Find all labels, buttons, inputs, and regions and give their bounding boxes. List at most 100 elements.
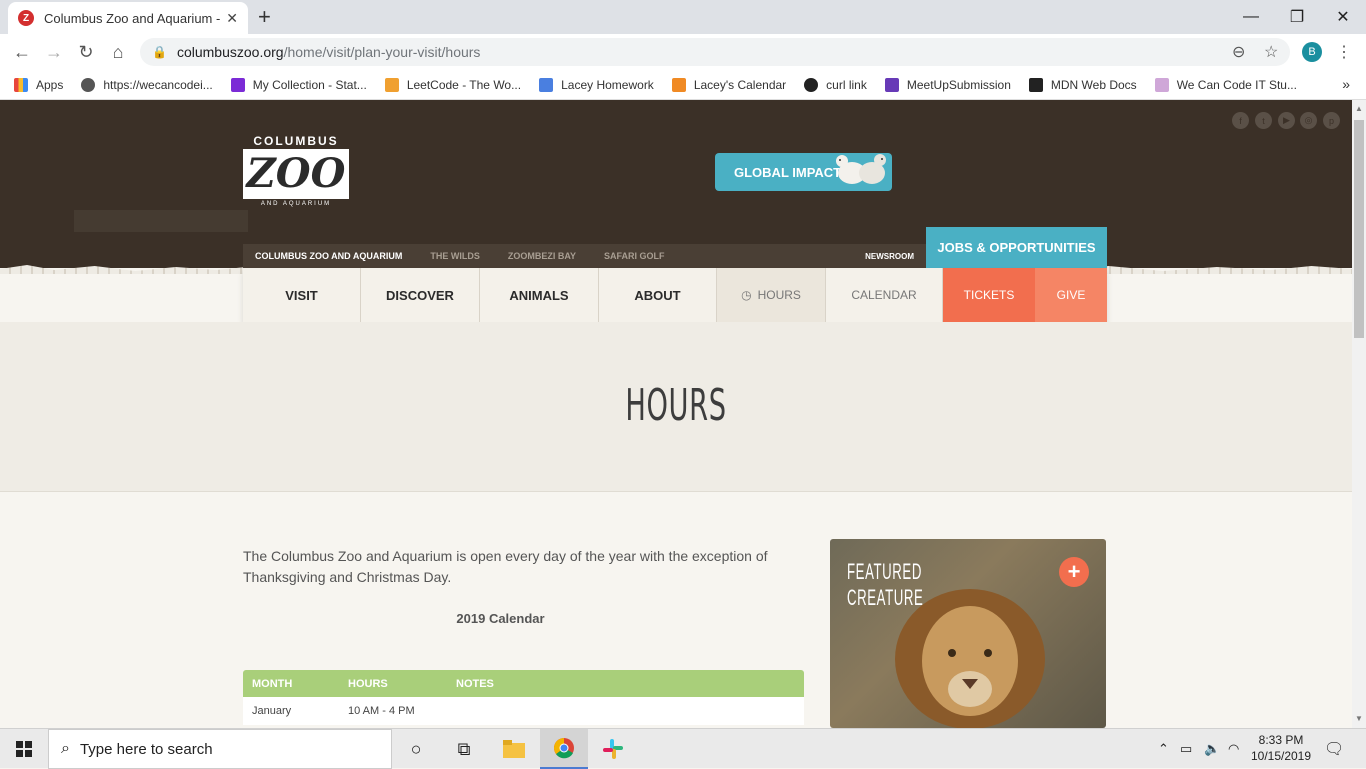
task-view-icon[interactable]: ⧉ <box>440 729 488 769</box>
column-header: NOTES <box>456 677 494 690</box>
nav-animals[interactable]: ANIMALS <box>480 268 599 322</box>
nav-about[interactable]: ABOUT <box>599 268 717 322</box>
nav-tickets[interactable]: TICKETS <box>943 268 1035 322</box>
table-cell-month: January <box>252 705 292 717</box>
main-content: The Columbus Zoo and Aquarium is open ev… <box>0 492 1352 728</box>
taskbar-search[interactable]: ⌕ Type here to search <box>48 729 392 769</box>
subnav-columbus-zoo[interactable]: COLUMBUS ZOO AND AQUARIUM <box>255 251 402 261</box>
wifi-icon[interactable]: ◠ <box>1228 741 1239 757</box>
url-host: columbuszoo.org <box>176 44 284 60</box>
bookmark-item[interactable]: Lacey's Calendar <box>671 77 786 92</box>
globe-icon <box>81 77 96 92</box>
bookmark-item[interactable]: Apps <box>14 77 63 92</box>
nav-discover[interactable]: DISCOVER <box>361 268 480 322</box>
bookmark-item[interactable]: MDN Web Docs <box>1028 77 1137 92</box>
bookmark-label: https://wecancodei... <box>103 77 213 92</box>
featured-creature-title: FEATURED CREATURE <box>847 559 924 610</box>
youtube-icon[interactable]: ▶ <box>1278 112 1295 129</box>
volume-icon[interactable]: 🔈 <box>1204 741 1220 757</box>
scroll-up-icon[interactable]: ▲ <box>1355 104 1363 113</box>
url-path: /home/visit/plan-your-visit/hours <box>283 44 481 60</box>
global-impact-label: GLOBAL IMPACT <box>734 164 842 180</box>
lock-icon: 🔒 <box>152 45 167 59</box>
nav-visit[interactable]: VISIT <box>243 268 361 322</box>
forward-icon[interactable]: → <box>42 40 66 64</box>
cortana-icon[interactable]: ○ <box>392 729 440 769</box>
bookmark-item[interactable]: curl link <box>804 77 867 92</box>
intro-text: The Columbus Zoo and Aquarium is open ev… <box>243 548 768 585</box>
docs-icon <box>539 77 554 92</box>
bookmark-label: We Can Code IT Stu... <box>1176 77 1297 92</box>
zoom-icon[interactable]: ⊖ <box>1232 42 1245 62</box>
subnav-newsroom[interactable]: NEWSROOM <box>865 252 914 261</box>
profile-avatar[interactable]: B <box>1302 42 1322 62</box>
bookmark-item[interactable]: MeetUpSubmission <box>884 77 1011 92</box>
zoo-logo[interactable]: COLUMBUS ZOO AND AQUARIUM <box>243 134 349 207</box>
bookmark-label: Lacey Homework <box>561 77 654 92</box>
mdn-icon <box>1028 77 1043 92</box>
file-explorer-icon[interactable] <box>490 729 538 769</box>
global-impact-button[interactable]: GLOBAL IMPACT <box>715 153 892 191</box>
bookmark-label: My Collection - Stat... <box>252 77 367 92</box>
menu-icon[interactable]: ⋮ <box>1336 42 1352 62</box>
bookmark-item[interactable]: LeetCode - The Wo... <box>384 77 522 92</box>
facebook-icon[interactable]: f <box>1232 112 1249 129</box>
nav-hours[interactable]: ◷ HOURS <box>717 268 826 322</box>
new-tab-icon[interactable]: + <box>258 4 271 30</box>
maximize-icon[interactable]: ❐ <box>1274 0 1320 34</box>
clock-time: 8:33 PM <box>1258 733 1304 747</box>
close-window-icon[interactable]: ✕ <box>1320 0 1366 34</box>
bookmark-label: MDN Web Docs <box>1050 77 1137 92</box>
bookmark-label: curl link <box>826 77 867 92</box>
subnav-safari-golf[interactable]: SAFARI GOLF <box>604 251 665 261</box>
nav-hours-label: HOURS <box>757 288 801 302</box>
back-icon[interactable]: ← <box>10 40 34 64</box>
minimize-icon[interactable]: — <box>1228 0 1274 34</box>
expand-plus-icon[interactable]: + <box>1059 557 1089 587</box>
bookmark-item[interactable]: https://wecancodei... <box>81 77 213 92</box>
reload-icon[interactable]: ↻ <box>74 40 98 64</box>
bookmark-item[interactable]: My Collection - Stat... <box>230 77 367 92</box>
system-clock[interactable]: 8:33 PM 10/15/2019 <box>1245 732 1317 764</box>
logo-bottom-text: AND AQUARIUM <box>260 201 332 207</box>
battery-icon[interactable]: ▭ <box>1180 741 1192 757</box>
apps-grid-icon <box>14 77 28 92</box>
slack-icon[interactable] <box>589 729 637 769</box>
bookmark-item[interactable]: We Can Code IT Stu... <box>1154 77 1297 92</box>
twitter-icon[interactable]: t <box>1255 112 1272 129</box>
page-title: HOURS <box>625 380 727 431</box>
subnav-zoombezi-bay[interactable]: ZOOMBEZI BAY <box>508 251 576 261</box>
chrome-icon[interactable] <box>540 729 588 769</box>
scrollbar-thumb[interactable] <box>1354 120 1364 338</box>
instagram-icon[interactable]: ◎ <box>1300 112 1317 129</box>
subnav-the-wilds[interactable]: THE WILDS <box>430 251 480 261</box>
table-header: MONTH HOURS NOTES <box>243 670 804 697</box>
clock-date: 10/15/2019 <box>1250 749 1312 763</box>
nav-calendar[interactable]: CALENDAR <box>826 268 943 322</box>
featured-creature-card[interactable]: FEATURED CREATURE + <box>830 539 1106 728</box>
pinterest-icon[interactable]: p <box>1323 112 1340 129</box>
windows-start-icon[interactable] <box>0 729 48 769</box>
notifications-icon[interactable]: 🗨 <box>1324 739 1344 759</box>
calendar-title: 2019 Calendar <box>456 611 545 626</box>
bookmark-star-icon[interactable]: ☆ <box>1264 42 1278 62</box>
web-page: COLUMBUS ZOO AND AQUARIUM f t ▶ ◎ p GLOB… <box>0 100 1352 728</box>
close-tab-icon[interactable]: ✕ <box>226 10 238 27</box>
tray-chevron-icon[interactable]: ⌃ <box>1158 741 1169 757</box>
address-bar[interactable]: 🔒 columbuszoo.org/home/visit/plan-your-v… <box>140 38 1290 66</box>
jobs-opportunities-button[interactable]: JOBS & OPPORTUNITIES <box>926 227 1107 268</box>
scroll-down-icon[interactable]: ▼ <box>1355 714 1363 723</box>
home-icon[interactable]: ⌂ <box>106 40 130 64</box>
more-bookmarks-icon[interactable]: » <box>1342 76 1350 92</box>
collection-icon <box>230 77 245 92</box>
browser-tab[interactable]: Z Columbus Zoo and Aquarium - H ✕ <box>8 2 248 34</box>
logo-top-text: COLUMBUS <box>253 134 339 148</box>
nav-give[interactable]: GIVE <box>1035 268 1107 322</box>
column-header: HOURS <box>348 677 388 690</box>
search-placeholder: Type here to search <box>79 740 213 758</box>
wecancode-icon <box>1154 77 1169 92</box>
bookmark-label: LeetCode - The Wo... <box>406 77 522 92</box>
page-scrollbar[interactable]: ▲ ▼ <box>1352 100 1366 728</box>
bookmark-item[interactable]: Lacey Homework <box>539 77 654 92</box>
bookmark-label: MeetUpSubmission <box>906 77 1011 92</box>
